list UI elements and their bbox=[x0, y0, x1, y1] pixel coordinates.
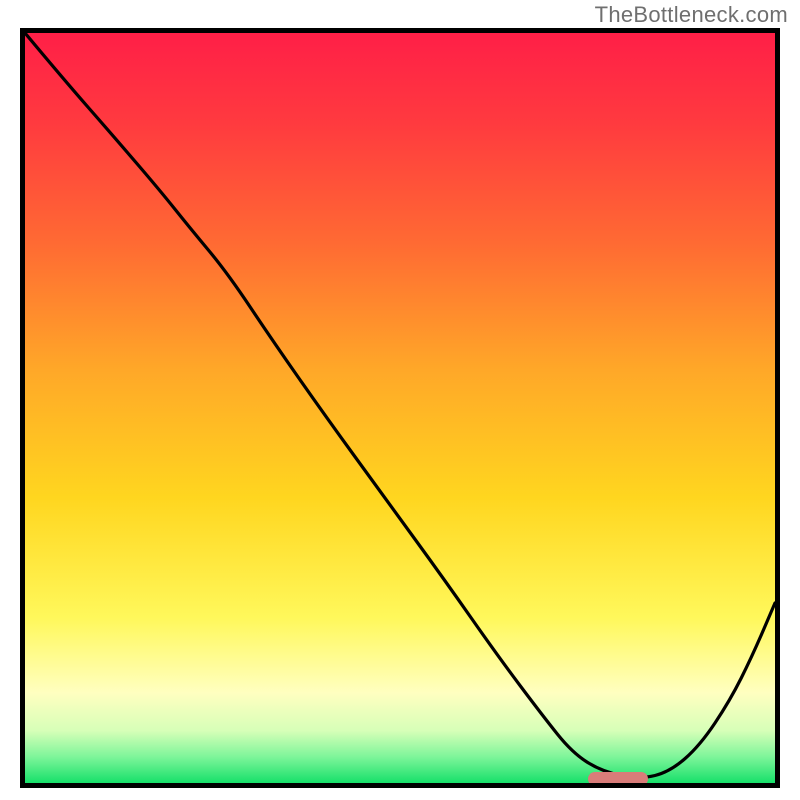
plot-frame bbox=[20, 28, 780, 788]
curve-layer bbox=[25, 33, 775, 783]
chart-stage: TheBottleneck.com bbox=[0, 0, 800, 800]
bottleneck-curve-path bbox=[25, 33, 775, 777]
optimal-range-marker bbox=[588, 772, 648, 786]
watermark-text: TheBottleneck.com bbox=[595, 2, 788, 28]
